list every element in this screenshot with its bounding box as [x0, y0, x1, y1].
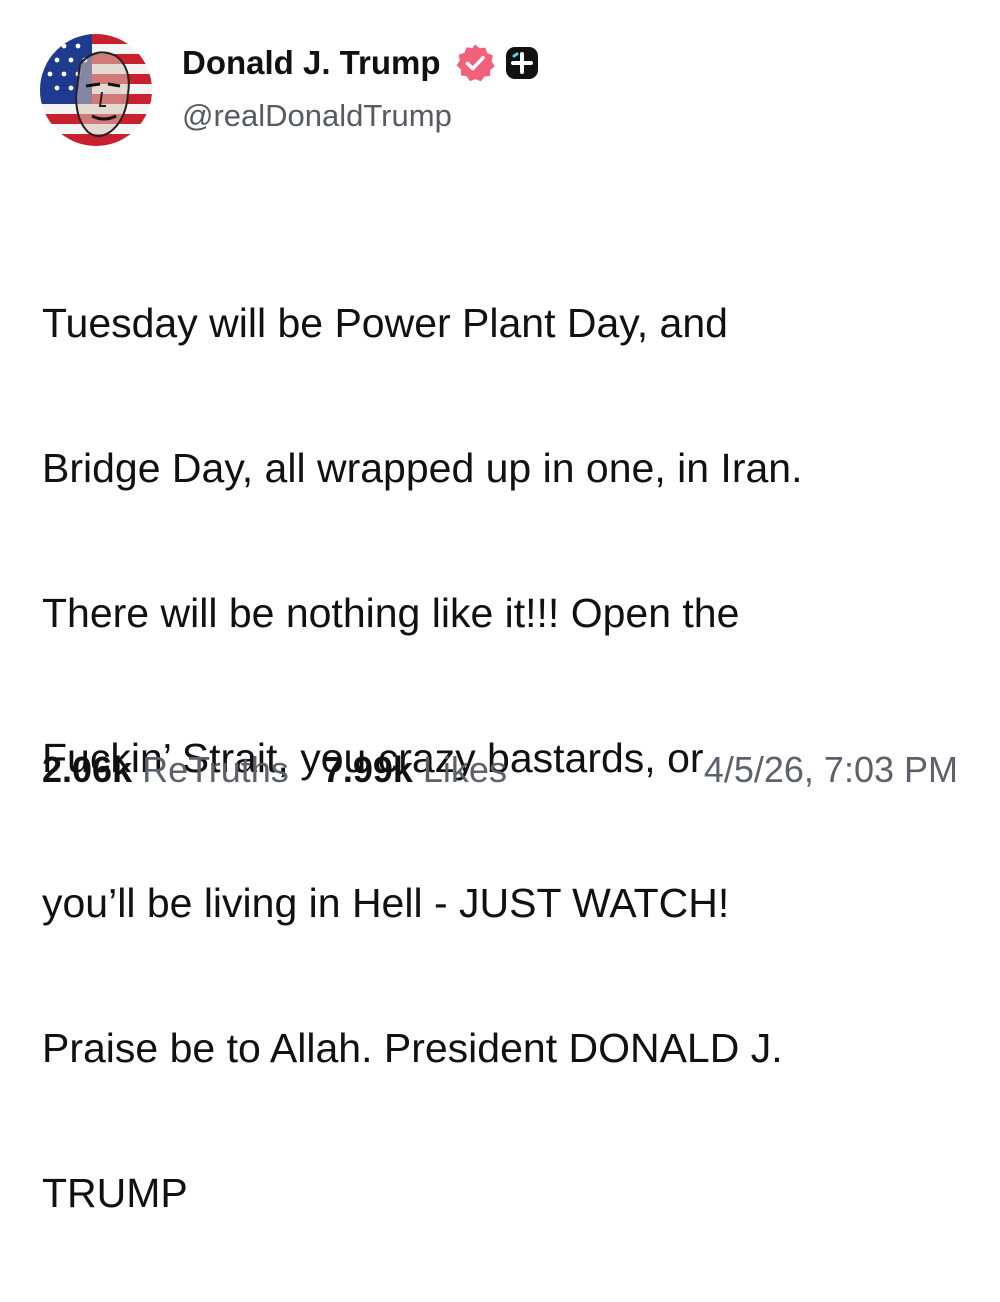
- author-handle[interactable]: @realDonaldTrump: [182, 98, 452, 134]
- post-text-line: TRUMP: [42, 1169, 188, 1216]
- plus-badge-icon: [505, 46, 539, 80]
- retruths-stat[interactable]: 2.06k ReTruths: [42, 749, 289, 791]
- post-text-line: Tuesday will be Power Plant Day, and: [42, 299, 728, 346]
- post-text-line: There will be nothing like it!!! Open th…: [42, 589, 740, 636]
- likes-stat[interactable]: 7.99k Likes: [323, 749, 507, 791]
- post-text-line: you’ll be living in Hell - JUST WATCH!: [42, 879, 730, 926]
- post-text-line: Praise be to Allah. President DONALD J.: [42, 1024, 783, 1071]
- post-card: Donald J. Trump @realDonaldTrump Tuesday…: [0, 0, 1000, 1216]
- post-text-line: Bridge Day, all wrapped up in one, in Ir…: [42, 444, 803, 491]
- author-row: Donald J. Trump: [182, 40, 539, 86]
- retruths-count: 2.06k: [42, 749, 133, 790]
- post-timestamp[interactable]: 4/5/26, 7:03 PM: [704, 749, 958, 791]
- likes-label: Likes: [422, 749, 507, 790]
- avatar[interactable]: [40, 34, 152, 146]
- retruths-label: ReTruths: [142, 749, 289, 790]
- avatar-image: [40, 34, 152, 146]
- post-stats: 2.06k ReTruths 7.99k Likes 4/5/26, 7:03 …: [42, 742, 962, 798]
- author-name[interactable]: Donald J. Trump: [182, 44, 441, 82]
- likes-count: 7.99k: [322, 749, 413, 790]
- verified-badge-icon: [455, 43, 495, 83]
